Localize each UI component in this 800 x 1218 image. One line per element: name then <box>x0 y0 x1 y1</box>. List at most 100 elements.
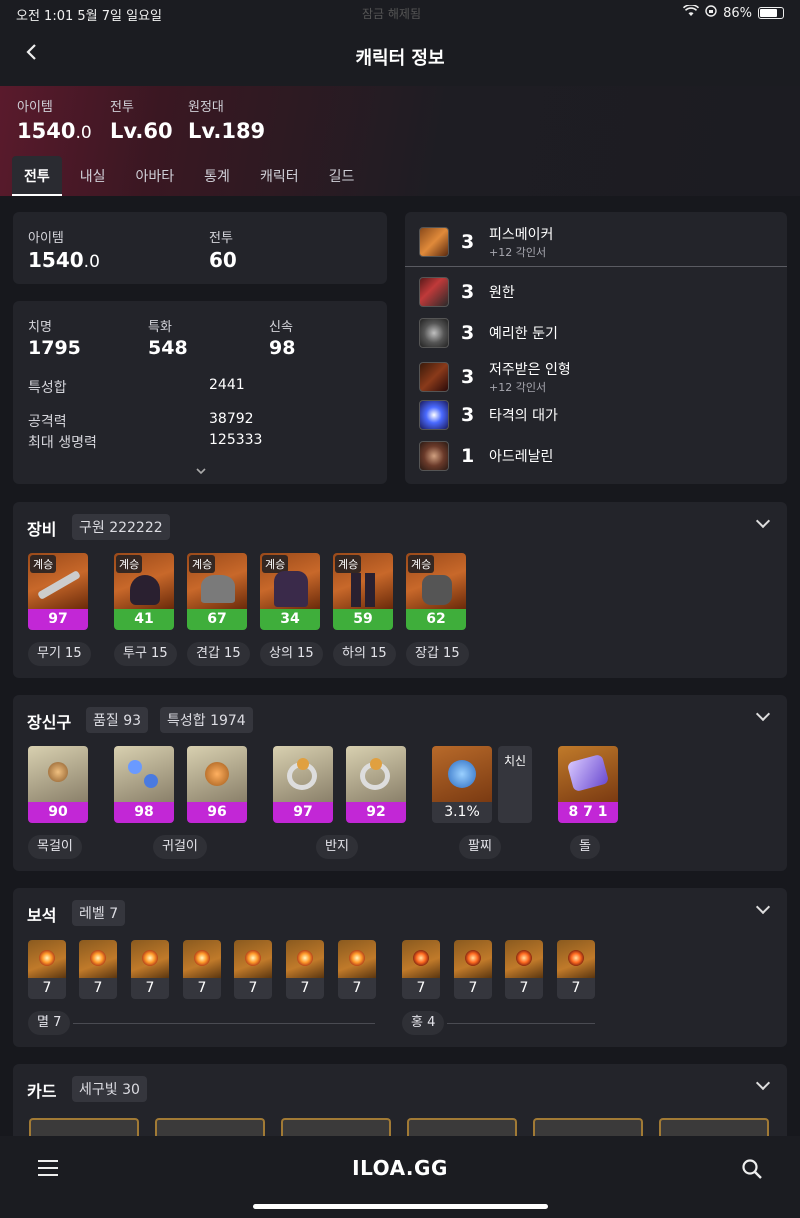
gem-icon <box>131 940 169 978</box>
tab-collection[interactable]: 내실 <box>68 156 118 196</box>
status-time: 오전 1:01 5월 7일 일요일 <box>16 9 162 24</box>
accessory-ring-1[interactable]: 97 <box>273 746 333 823</box>
bracelet-stat-tag: 치신 <box>498 746 532 823</box>
engraving-name: 아드레날린 <box>489 449 554 465</box>
accessory-bracelet[interactable]: 3.1% <box>432 746 492 823</box>
character-hero: 아이템 1540.0 전투 Lv.60 원정대 Lv.189 전투 내실 아바타… <box>0 86 800 196</box>
gem-level: 7 <box>234 978 272 999</box>
stat-total-label: 특성합 <box>28 380 67 396</box>
gem-damage[interactable]: 7 <box>286 940 324 999</box>
card-thumbnail[interactable] <box>281 1118 391 1138</box>
bracelet-gem-shape <box>448 760 476 788</box>
engraving-keen-blunt-icon <box>419 318 449 348</box>
collapse-accessories-button[interactable] <box>757 711 769 723</box>
card-thumbnail[interactable] <box>533 1118 643 1138</box>
hero-stat-value: Lv.189 <box>188 119 266 143</box>
gem-cooldown[interactable]: 7 <box>454 940 492 999</box>
engraving-row[interactable]: 1 아드레날린 <box>419 441 553 471</box>
hero-item-level: 아이템 1540.0 <box>17 96 92 143</box>
quality-chip: 품질 93 <box>86 707 149 733</box>
tab-avatar[interactable]: 아바타 <box>124 156 187 196</box>
bracelet-value: 3.1% <box>432 802 492 823</box>
earring-gem-shape <box>144 774 158 788</box>
gem-cooldown[interactable]: 7 <box>505 940 543 999</box>
stat-attack-label: 공격력 <box>28 414 67 430</box>
accessory-earring-1[interactable]: 98 <box>114 746 174 823</box>
gem-icon <box>286 940 324 978</box>
engraving-row[interactable]: 3 타격의 대가 <box>419 400 558 430</box>
succession-badge: 계승 <box>408 555 435 573</box>
orientation-lock-icon <box>705 5 717 21</box>
total-stat-chip: 특성합 1974 <box>160 707 253 733</box>
collapse-cards-button[interactable] <box>757 1080 769 1092</box>
gem-damage[interactable]: 7 <box>28 940 66 999</box>
collapse-gems-button[interactable] <box>757 904 769 916</box>
equipment-section: 장비 구원 222222 계승 97 계승 41 계승 67 계승 34 계승 … <box>13 502 787 678</box>
equipment-pants[interactable]: 계승 59 <box>333 553 393 630</box>
gem-damage[interactable]: 7 <box>338 940 376 999</box>
quality-bar: 67 <box>187 609 247 630</box>
accessory-label: 돌 <box>570 835 600 859</box>
gem-damage[interactable]: 7 <box>234 940 272 999</box>
card-set-chip: 세구빛 30 <box>72 1076 147 1102</box>
gem-level: 7 <box>28 978 66 999</box>
engraving-book: +12 각인서 <box>489 246 547 259</box>
gem-damage[interactable]: 7 <box>79 940 117 999</box>
equipment-gloves[interactable]: 계승 62 <box>406 553 466 630</box>
engraving-row[interactable]: 3 원한 <box>419 277 515 307</box>
stat-label: 치명 <box>28 320 52 335</box>
collapse-equipment-button[interactable] <box>757 518 769 530</box>
stone-value: 8 7 1 <box>558 802 618 823</box>
gem-level: 7 <box>286 978 324 999</box>
gem-group-label: 멸 7 <box>28 1011 71 1035</box>
expand-stats-button[interactable] <box>194 461 208 475</box>
hero-stat-label: 아이템 <box>17 100 53 115</box>
engraving-level: 3 <box>461 231 475 253</box>
equipment-helmet[interactable]: 계승 41 <box>114 553 174 630</box>
accessory-earring-2[interactable]: 96 <box>187 746 247 823</box>
gloves-shape <box>422 575 452 605</box>
gem-icon <box>183 940 221 978</box>
ring-gem-shape <box>370 758 382 770</box>
card-thumbnail[interactable] <box>659 1118 769 1138</box>
stat-value: 1795 <box>28 337 81 359</box>
gem-damage[interactable]: 7 <box>131 940 169 999</box>
quality-bar: 97 <box>28 609 88 630</box>
engraving-name: 예리한 둔기 <box>489 326 558 342</box>
stat-attack-value: 38792 <box>209 411 254 427</box>
accessory-ring-2[interactable]: 92 <box>346 746 406 823</box>
tab-characters[interactable]: 캐릭터 <box>248 156 311 196</box>
shoulders-shape <box>201 575 235 603</box>
engraving-row[interactable]: 3 피스메이커 +12 각인서 <box>419 224 553 260</box>
earring-gem-shape <box>128 760 142 774</box>
search-button[interactable] <box>741 1158 763 1180</box>
equipment-weapon[interactable]: 계승 97 <box>28 553 88 630</box>
tab-combat[interactable]: 전투 <box>12 156 62 196</box>
tab-statistics[interactable]: 통계 <box>192 156 242 196</box>
hero-roster-level: 원정대 Lv.189 <box>188 96 265 143</box>
equipment-label: 장갑 15 <box>406 642 469 666</box>
gem-damage[interactable]: 7 <box>183 940 221 999</box>
chest-shape <box>274 571 308 607</box>
card-thumbnail[interactable] <box>29 1118 139 1138</box>
hero-stat-value: 1540.0 <box>17 119 92 143</box>
engraving-row[interactable]: 3 저주받은 인형 +12 각인서 <box>419 359 571 395</box>
card-thumbnail[interactable] <box>155 1118 265 1138</box>
engraving-adrenaline-icon <box>419 441 449 471</box>
gem-level: 7 <box>557 978 595 999</box>
gem-level: 7 <box>338 978 376 999</box>
equipment-shoulders[interactable]: 계승 67 <box>187 553 247 630</box>
site-logo[interactable]: ILOA.GG <box>0 1156 800 1180</box>
ability-stone[interactable]: 8 7 1 <box>558 746 618 823</box>
stat-total-value: 2441 <box>209 377 245 393</box>
accessory-necklace[interactable]: 90 <box>28 746 88 823</box>
succession-badge: 계승 <box>116 555 143 573</box>
tab-guild[interactable]: 길드 <box>317 156 367 196</box>
earring-icon <box>187 746 247 802</box>
engraving-row[interactable]: 3 예리한 둔기 <box>419 318 558 348</box>
equipment-chest[interactable]: 계승 34 <box>260 553 320 630</box>
wifi-icon <box>683 4 700 21</box>
gem-cooldown[interactable]: 7 <box>402 940 440 999</box>
card-thumbnail[interactable] <box>407 1118 517 1138</box>
gem-cooldown[interactable]: 7 <box>557 940 595 999</box>
